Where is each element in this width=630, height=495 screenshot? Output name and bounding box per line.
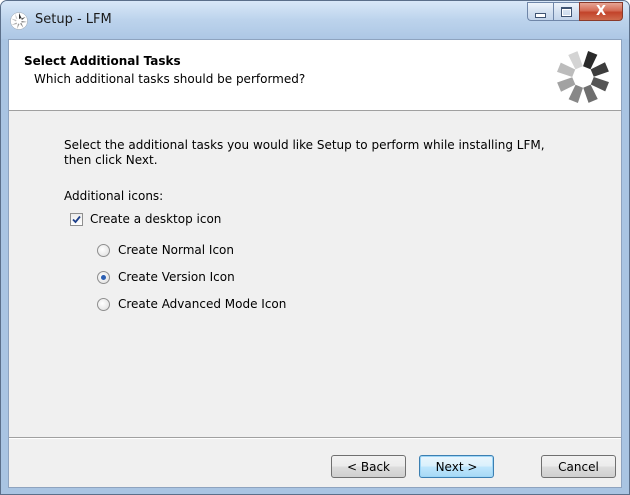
create-desktop-icon-checkbox[interactable]: Create a desktop icon: [70, 212, 221, 226]
minimize-icon: [535, 12, 546, 18]
close-icon: X: [595, 4, 607, 19]
next-button[interactable]: Next >: [419, 455, 494, 478]
radio-button[interactable]: [97, 297, 110, 311]
page-title: Select Additional Tasks: [24, 54, 181, 68]
checkbox-box[interactable]: [70, 212, 83, 226]
radio-create-version-icon[interactable]: Create Version Icon: [97, 270, 235, 284]
cancel-button[interactable]: Cancel: [541, 455, 616, 478]
setup-app-icon: [10, 12, 28, 30]
radio-create-normal-icon[interactable]: Create Normal Icon: [97, 243, 234, 257]
minimize-button[interactable]: [527, 2, 553, 21]
checkmark-icon: [72, 215, 81, 223]
radio-button-selected[interactable]: [97, 270, 110, 284]
checkbox-label: Create a desktop icon: [90, 212, 222, 226]
radio-label: Create Advanced Mode Icon: [118, 297, 287, 311]
radio-create-advanced-mode-icon[interactable]: Create Advanced Mode Icon: [97, 297, 286, 311]
title-bar[interactable]: Setup - LFM X: [1, 1, 629, 39]
maximize-icon: [561, 6, 572, 17]
caption-buttons: X: [527, 2, 623, 22]
installer-wizard-icon: [557, 51, 609, 103]
radio-button[interactable]: [97, 243, 110, 257]
setup-window: Setup - LFM X Select Additional Tasks Wh…: [0, 0, 630, 495]
footer-divider: [9, 437, 621, 439]
wizard-header: Select Additional Tasks Which additional…: [9, 40, 621, 111]
close-button[interactable]: X: [579, 2, 623, 21]
maximize-button[interactable]: [553, 2, 579, 21]
page-subtitle: Which additional tasks should be perform…: [34, 72, 306, 86]
additional-icons-label: Additional icons:: [64, 189, 164, 203]
back-button[interactable]: < Back: [331, 455, 406, 478]
instructions-text: Select the additional tasks you would li…: [64, 138, 545, 167]
radio-label: Create Version Icon: [118, 270, 235, 284]
radio-label: Create Normal Icon: [118, 243, 235, 257]
window-title: Setup - LFM: [35, 12, 112, 27]
wizard-client-area: Select Additional Tasks Which additional…: [8, 39, 622, 488]
